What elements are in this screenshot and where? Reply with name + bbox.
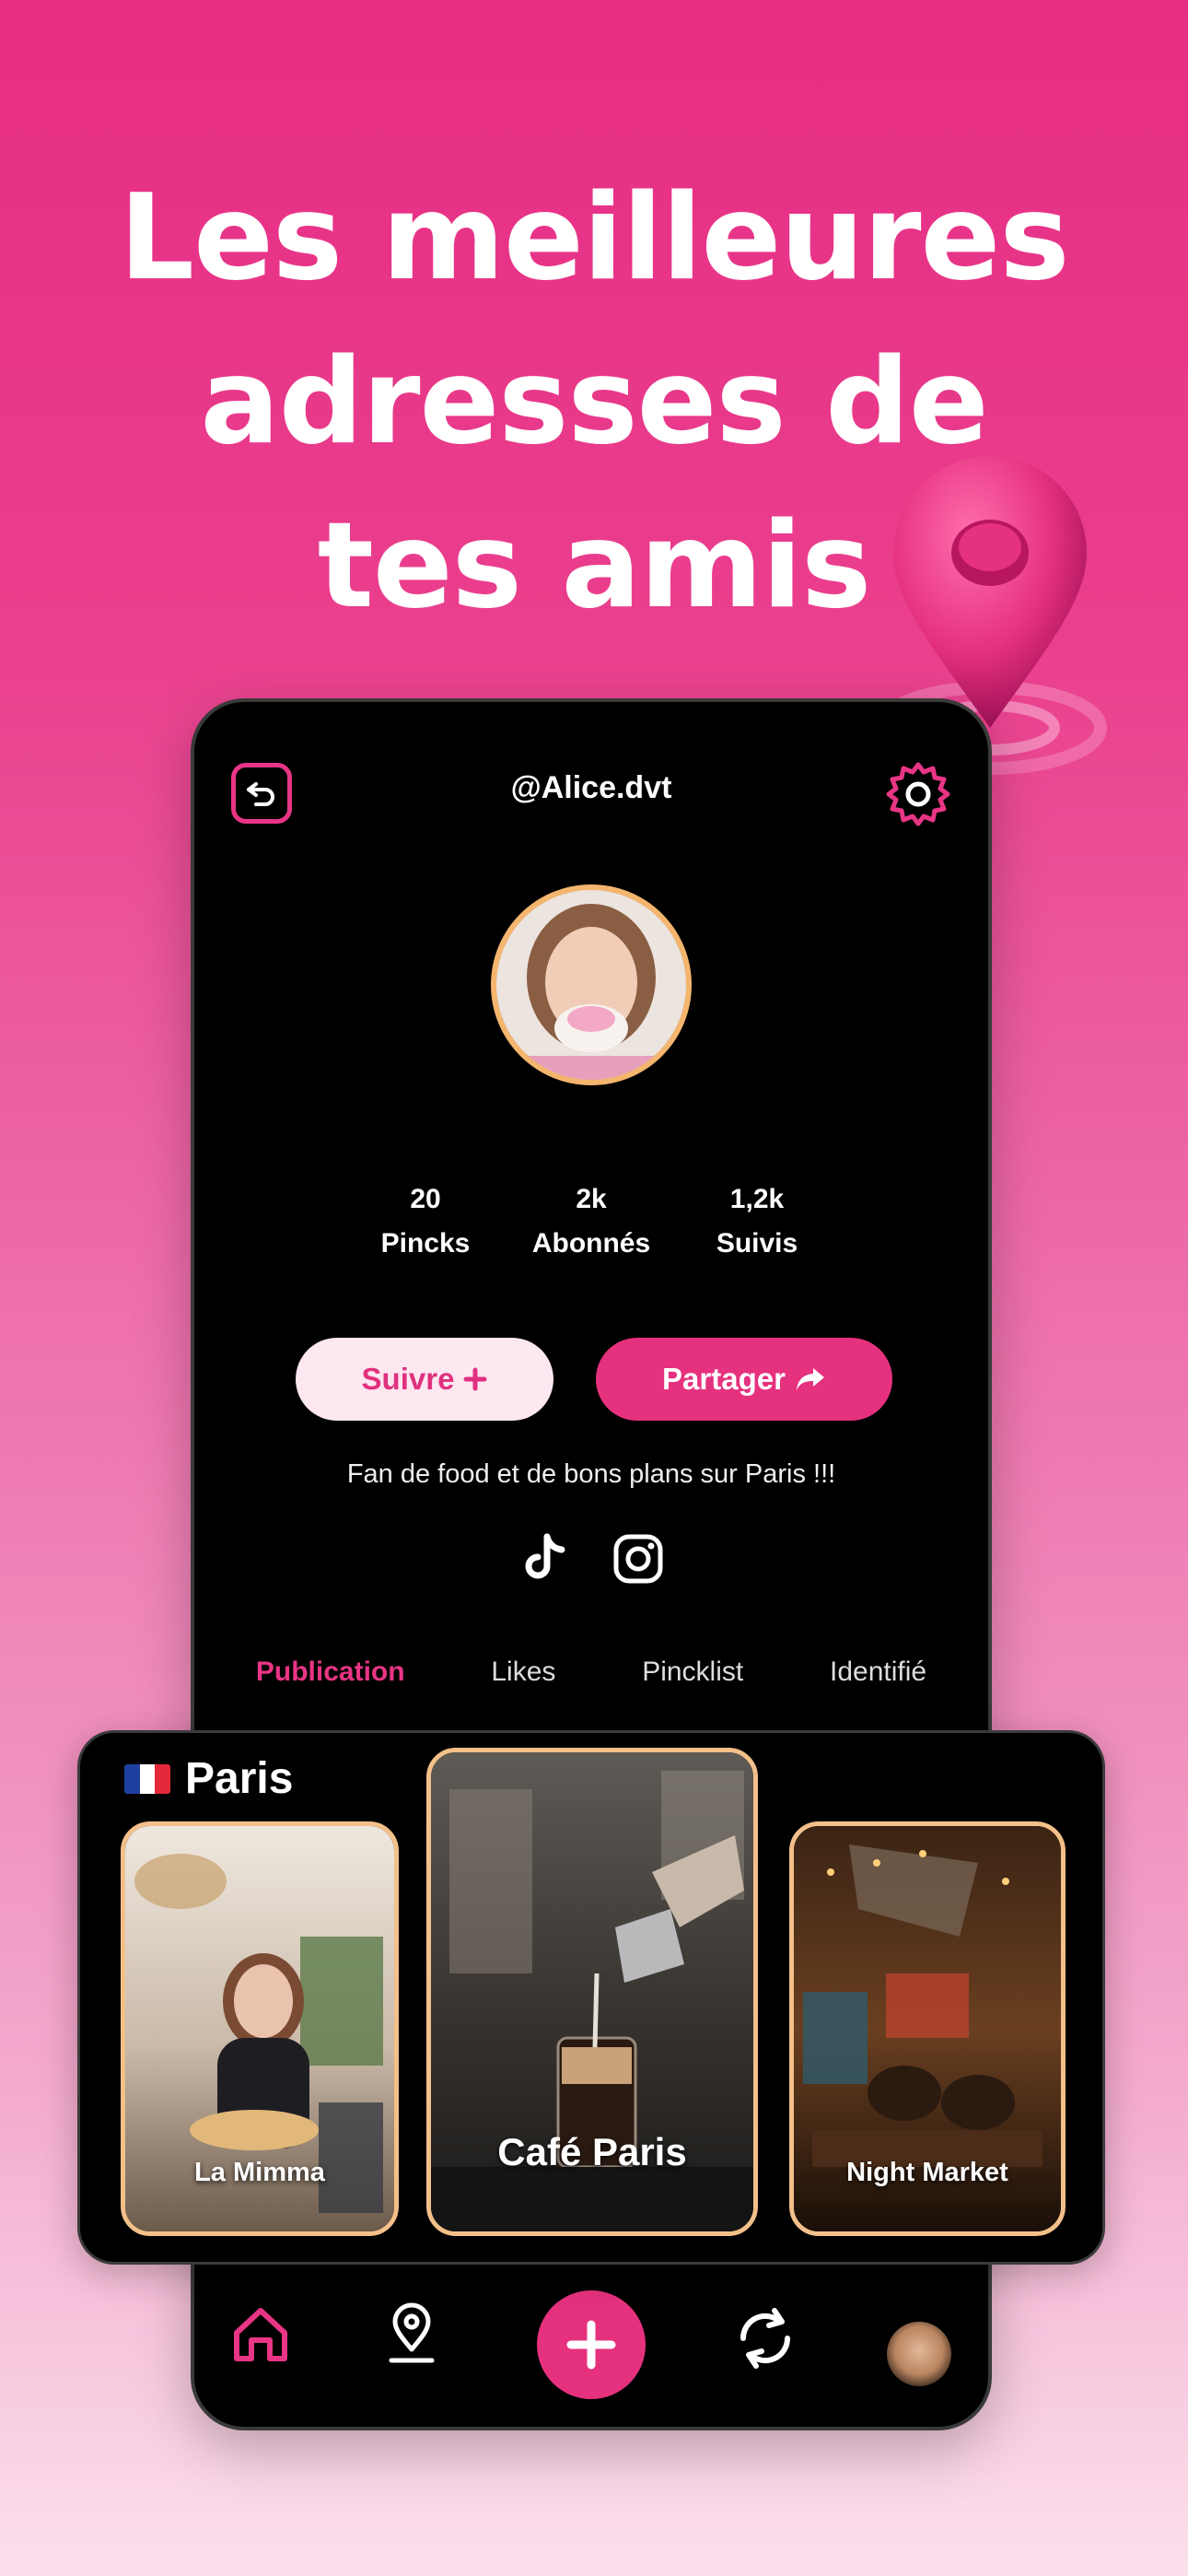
- tab-pincklist[interactable]: Pincklist: [642, 1657, 743, 1688]
- place-card-night-market[interactable]: Night Market: [789, 1821, 1066, 2236]
- plus-icon: [463, 1367, 487, 1391]
- create-post-button[interactable]: [537, 2290, 646, 2399]
- avatar-photo: [496, 890, 686, 1080]
- profile-stats: 20 Pincks 2k Abonnés 1,2k Suivis: [194, 1177, 988, 1266]
- profile-username: @Alice.dvt: [510, 770, 672, 805]
- france-flag-icon: [124, 1763, 170, 1794]
- place-name: La Mimma: [194, 2158, 325, 2187]
- stat-label: Suivis: [716, 1228, 798, 1259]
- tiktok-icon[interactable]: [517, 1531, 572, 1587]
- places-panel: Paris La Mimma Café Paris Night Market: [77, 1730, 1105, 2265]
- follow-button[interactable]: Suivre: [296, 1338, 553, 1421]
- plus-icon: [566, 2320, 616, 2370]
- tab-publication[interactable]: Publication: [256, 1657, 405, 1688]
- place-card-cafe-paris[interactable]: Café Paris: [426, 1748, 758, 2236]
- instagram-icon[interactable]: [611, 1531, 666, 1587]
- stat-pincks[interactable]: 20 Pincks: [343, 1177, 508, 1266]
- home-icon[interactable]: [227, 2301, 294, 2368]
- stat-value: 2k: [576, 1184, 607, 1214]
- share-label: Partager: [662, 1362, 786, 1396]
- headline-line-1: Les meilleures: [119, 170, 1070, 307]
- nav-profile-avatar[interactable]: [887, 2322, 951, 2386]
- profile-avatar[interactable]: [491, 884, 692, 1085]
- refresh-icon[interactable]: [728, 2301, 802, 2375]
- bottom-navigation: [194, 2290, 988, 2412]
- profile-tabs: Publication Likes Pincklist Identifié: [194, 1657, 988, 1688]
- stat-abonnes[interactable]: 2k Abonnés: [508, 1177, 674, 1266]
- stat-label: Abonnés: [531, 1228, 651, 1259]
- city-name: Paris: [185, 1754, 294, 1803]
- follow-label: Suivre: [361, 1362, 455, 1396]
- share-button[interactable]: Partager: [596, 1338, 892, 1421]
- settings-gear-icon[interactable]: [883, 757, 953, 827]
- share-arrow-icon: [796, 1368, 824, 1390]
- tab-identifie[interactable]: Identifié: [830, 1657, 926, 1688]
- stat-label: Pincks: [380, 1228, 471, 1259]
- social-links: [194, 1531, 988, 1587]
- tab-likes[interactable]: Likes: [491, 1657, 555, 1688]
- stat-suivis[interactable]: 1,2k Suivis: [674, 1177, 840, 1266]
- city-header: Paris: [124, 1753, 293, 1804]
- stat-value: 20: [410, 1184, 441, 1214]
- profile-bio: Fan de food et de bons plans sur Paris !…: [346, 1459, 836, 1489]
- map-pin-icon[interactable]: [379, 2301, 445, 2368]
- place-name: Café Paris: [497, 2130, 687, 2173]
- place-name: Night Market: [846, 2158, 1008, 2187]
- place-card-la-mimma[interactable]: La Mimma: [121, 1821, 399, 2236]
- stat-value: 1,2k: [729, 1184, 785, 1214]
